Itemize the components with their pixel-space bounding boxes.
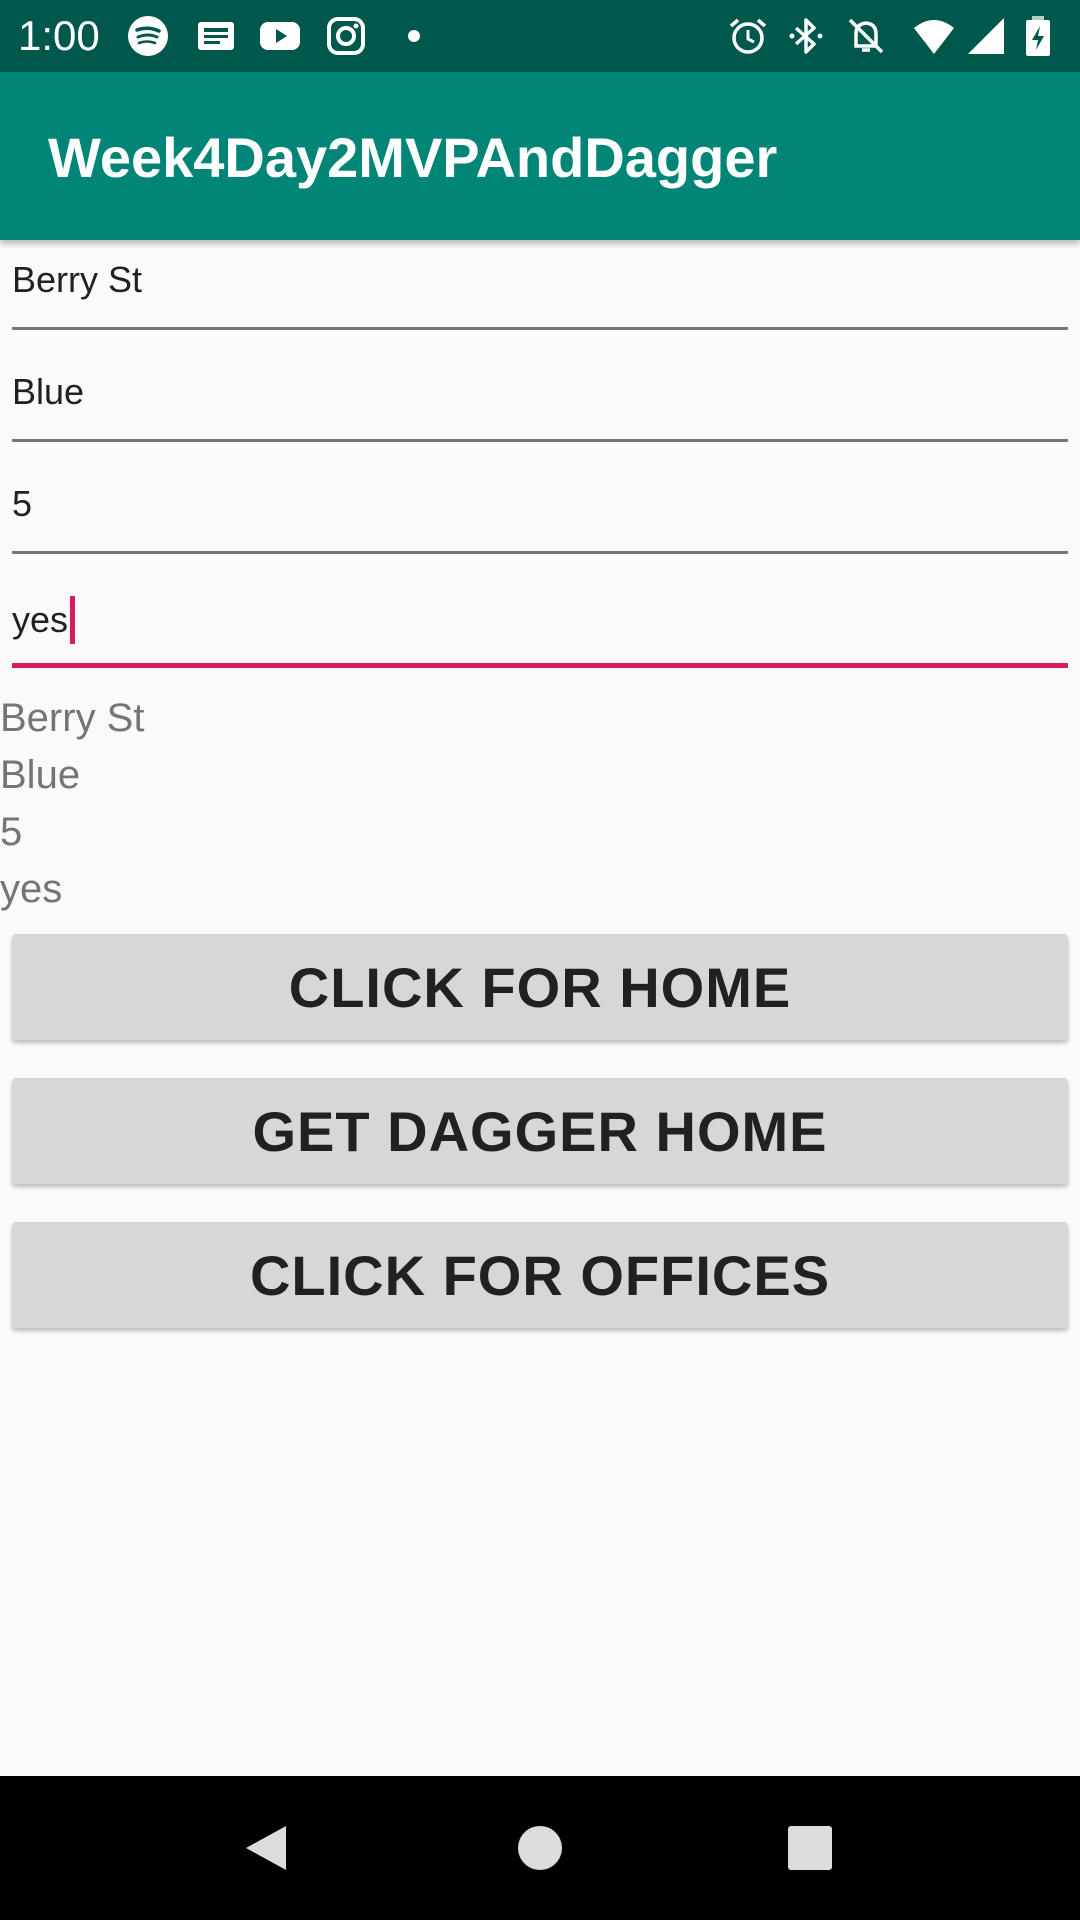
get-dagger-home-button[interactable]: GET DAGGER HOME bbox=[12, 1078, 1068, 1184]
instagram-icon bbox=[324, 14, 368, 58]
color-input[interactable]: Blue bbox=[12, 362, 1068, 442]
app-screen: 1:00 Week4Day2MVPAndDagger Berry St Blue… bbox=[0, 0, 1080, 1920]
number-input-underline bbox=[12, 551, 1068, 554]
wifi-icon bbox=[912, 14, 956, 58]
answer-input[interactable]: yes bbox=[12, 588, 1068, 668]
click-for-home-button[interactable]: CLICK FOR HOME bbox=[12, 934, 1068, 1040]
answer-input-content: yes bbox=[12, 596, 76, 644]
answer-input-underline bbox=[12, 663, 1068, 668]
number-input[interactable]: 5 bbox=[12, 474, 1068, 554]
recents-icon[interactable] bbox=[784, 1822, 836, 1874]
output-number: 5 bbox=[0, 810, 23, 854]
street-input-value: Berry St bbox=[12, 259, 143, 300]
street-input-underline bbox=[12, 327, 1068, 330]
color-input-value: Blue bbox=[12, 371, 85, 412]
dot-icon bbox=[392, 14, 436, 58]
battery-charging-icon bbox=[1016, 14, 1060, 58]
spotify-icon bbox=[126, 14, 170, 58]
color-input-underline bbox=[12, 439, 1068, 442]
back-icon[interactable] bbox=[242, 1822, 294, 1874]
text-cursor bbox=[70, 596, 76, 644]
number-input-value: 5 bbox=[12, 483, 33, 524]
navigation-bar bbox=[0, 1776, 1080, 1920]
home-icon[interactable] bbox=[514, 1822, 566, 1874]
alarm-icon bbox=[726, 14, 770, 58]
app-title: Week4Day2MVPAndDagger bbox=[48, 126, 778, 189]
app-bar: Week4Day2MVPAndDagger bbox=[0, 72, 1080, 240]
output-street: Berry St bbox=[0, 696, 145, 740]
status-time: 1:00 bbox=[18, 12, 100, 59]
output-answer: yes bbox=[0, 867, 63, 911]
status-bar: 1:00 bbox=[0, 0, 1080, 72]
street-input[interactable]: Berry St bbox=[12, 250, 1068, 330]
output-color: Blue bbox=[0, 753, 81, 797]
click-for-offices-button[interactable]: CLICK FOR OFFICES bbox=[12, 1222, 1068, 1328]
news-icon bbox=[194, 14, 238, 58]
youtube-icon bbox=[258, 14, 302, 58]
bluetooth-icon bbox=[784, 14, 828, 58]
notifications-off-icon bbox=[844, 14, 888, 58]
answer-input-value: yes bbox=[12, 599, 69, 640]
signal-icon bbox=[964, 14, 1008, 58]
